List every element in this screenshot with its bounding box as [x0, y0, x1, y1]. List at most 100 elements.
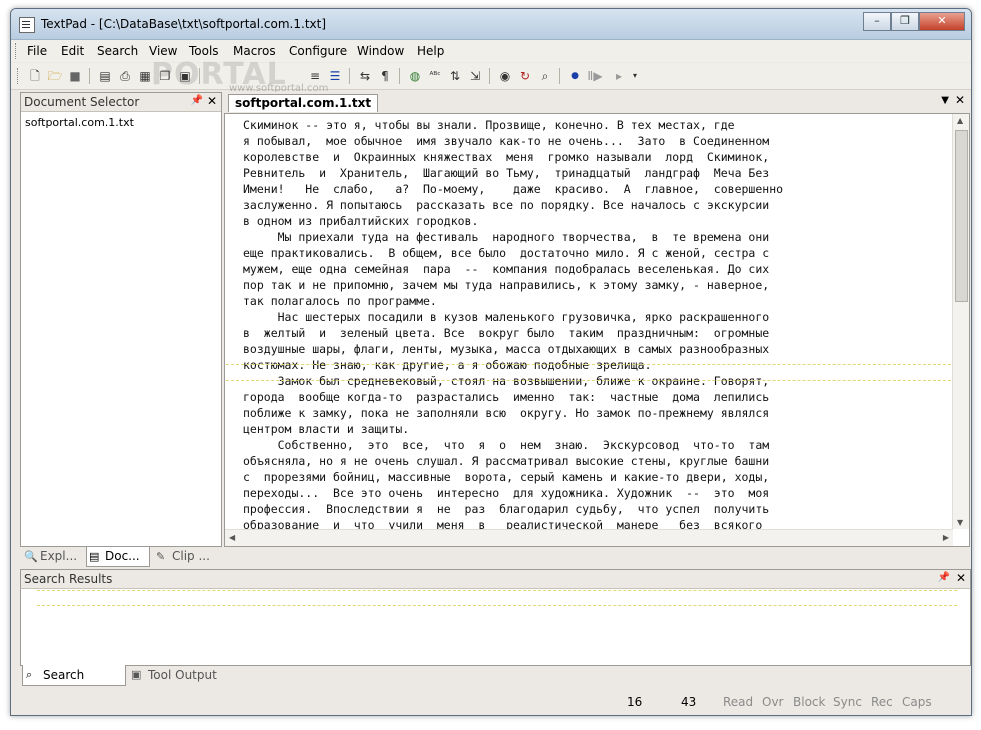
scroll-right-icon[interactable]: ▶: [943, 533, 949, 542]
left-panel-tabs: 🔍 Expl... ▤ Doc... ✎ Clip ...: [20, 547, 220, 567]
menu-file[interactable]: File: [27, 44, 47, 58]
menu-search[interactable]: Search: [97, 44, 138, 58]
search-pin-icon[interactable]: 📌: [938, 572, 950, 583]
close-document-icon[interactable]: ✕: [955, 93, 965, 107]
margin-guide-2: [226, 380, 956, 381]
close-button[interactable]: ✕: [919, 12, 965, 31]
new-icon[interactable]: 🗋: [27, 68, 43, 84]
save-icon[interactable]: ■: [67, 68, 83, 84]
menu-edit[interactable]: Edit: [61, 44, 84, 58]
editor-line[interactable]: пор так и не припомню, зачем мы туда нап…: [243, 277, 851, 293]
document-tab-strip: softportal.com.1.txt ▼ ✕: [224, 92, 969, 112]
close-icon[interactable]: ✕: [207, 94, 217, 108]
status-block: Block: [793, 695, 826, 709]
sort-icon[interactable]: ⇅: [447, 68, 463, 84]
open-icon[interactable]: 🗁: [47, 68, 63, 84]
menu-help[interactable]: Help: [417, 44, 444, 58]
document-selector-title: Document Selector: [24, 95, 140, 109]
restore-button[interactable]: ❐: [891, 12, 919, 31]
status-sync: Sync: [833, 695, 862, 709]
editor-line[interactable]: переходы... Все это очень интересно для …: [243, 485, 851, 501]
search-results-panel[interactable]: [20, 588, 971, 666]
title-bar[interactable]: TextPad - [C:\DataBase\txt\softportal.co…: [11, 9, 971, 40]
editor-line[interactable]: заслуженно. Я попытаюсь рассказать все п…: [243, 197, 851, 213]
horizontal-scrollbar[interactable]: ◀ ▶: [225, 529, 953, 546]
pilcrow-icon[interactable]: ¶: [377, 68, 393, 84]
document-tab[interactable]: softportal.com.1.txt: [228, 94, 379, 112]
editor-line[interactable]: воздушные шары, флаги, ленты, музыка, ма…: [243, 341, 851, 357]
editor-content[interactable]: Скиминок -- это я, чтобы вы знали. Прозв…: [243, 117, 851, 546]
minimize-button[interactable]: –: [863, 12, 891, 31]
textpad-app-icon[interactable]: [19, 17, 35, 33]
spell-icon[interactable]: ᴬᴮᶜ: [427, 68, 443, 84]
indent-icon[interactable]: ≡: [307, 68, 323, 84]
editor-line[interactable]: Собственно, это все, что я о нем знаю. Э…: [243, 437, 851, 453]
editor-line[interactable]: еще практиковались. В общем, все было до…: [243, 245, 851, 261]
search-results-icon: ⌕: [26, 668, 33, 681]
editor-line[interactable]: в одном из прибалтийских городков.: [243, 213, 851, 229]
editor-line[interactable]: объясняла, но я не очень слушал. Я рассм…: [243, 453, 851, 469]
text-editor[interactable]: Скиминок -- это я, чтобы вы знали. Прозв…: [224, 113, 970, 547]
record-icon[interactable]: ●: [567, 68, 583, 84]
tab-tool-output[interactable]: ▣ Tool Output: [128, 665, 238, 685]
editor-line[interactable]: в желтый и зеленый цвета. Все вокруг был…: [243, 325, 851, 341]
pin-icon[interactable]: 📌: [191, 95, 203, 106]
status-line: 16: [627, 695, 643, 709]
status-read: Read: [723, 695, 754, 709]
menu-macros[interactable]: Macros: [233, 44, 276, 58]
vertical-scrollbar[interactable]: ▲ ▼: [952, 114, 969, 529]
menu-window[interactable]: Window: [357, 44, 404, 58]
replace-icon[interactable]: ↻: [517, 68, 533, 84]
editor-line[interactable]: костюмах. Не знаю, как другие, а я обожа…: [243, 357, 851, 373]
eye-icon[interactable]: ◉: [497, 68, 513, 84]
menu-tools[interactable]: Tools: [189, 44, 219, 58]
app-window: TextPad - [C:\DataBase\txt\softportal.co…: [10, 8, 972, 716]
outdent-icon[interactable]: ☰: [327, 68, 343, 84]
web-icon[interactable]: ◍: [407, 68, 423, 84]
menu-view[interactable]: View: [149, 44, 177, 58]
search-margin-guide: [37, 590, 957, 591]
tab-list-chevron-icon[interactable]: ▼: [941, 95, 949, 106]
playback-icon[interactable]: ▸: [611, 68, 627, 84]
tab-clip-library[interactable]: ✎ Clip ...: [154, 547, 230, 566]
explorer-icon: 🔍: [24, 550, 38, 563]
scroll-up-icon[interactable]: ▲: [957, 116, 963, 125]
editor-line[interactable]: Имени! Не слабо, а? По-моему, даже краси…: [243, 181, 851, 197]
editor-line[interactable]: Скиминок -- это я, чтобы вы знали. Прозв…: [243, 117, 851, 133]
editor-line[interactable]: я побывал, мое обычное имя звучало как-т…: [243, 133, 851, 149]
print-icon[interactable]: ⎙: [117, 68, 133, 84]
play-icon[interactable]: Ⅱ▶: [587, 68, 603, 84]
format-icon[interactable]: ⇲: [467, 68, 483, 84]
editor-line[interactable]: поближе к замку, пока не заполняли всю о…: [243, 405, 851, 421]
status-bar: 16 43 Read Ovr Block Sync Rec Caps: [11, 689, 971, 713]
tab-search-results[interactable]: ⌕Search Results: [22, 665, 126, 702]
document-item[interactable]: softportal.com.1.txt: [25, 116, 134, 129]
find-files-icon[interactable]: ⌕: [537, 68, 553, 84]
editor-line[interactable]: центром власти и защиты.: [243, 421, 851, 437]
editor-line[interactable]: Ревнитель и Хранитель, Шагающий во Тьму,…: [243, 165, 851, 181]
search-results-title: Search Results: [24, 572, 113, 586]
tab-document[interactable]: ▤ Doc...: [86, 547, 150, 567]
scroll-left-icon[interactable]: ◀: [229, 533, 235, 542]
scroll-down-icon[interactable]: ▼: [957, 518, 963, 527]
search-close-icon[interactable]: ✕: [956, 571, 966, 585]
more-icon[interactable]: ▾: [627, 68, 643, 84]
scroll-thumb[interactable]: [955, 130, 968, 302]
editor-line[interactable]: города вообще когда-то разрастались имен…: [243, 389, 851, 405]
editor-line[interactable]: Замок был средневековый, стоял на возвыш…: [243, 373, 851, 389]
menu-configure[interactable]: Configure: [289, 44, 347, 58]
document-selector-header: Document Selector 📌 ✕: [21, 93, 221, 112]
status-column: 43: [681, 695, 697, 709]
editor-line[interactable]: профессия. Впоследствии я не раз благода…: [243, 501, 851, 517]
editor-line[interactable]: так полагалось по программе.: [243, 293, 851, 309]
save-all-icon[interactable]: ▤: [97, 68, 113, 84]
editor-line[interactable]: Мы приехали туда на фестиваль народного …: [243, 229, 851, 245]
editor-line[interactable]: Нас шестерых посадили в кузов маленького…: [243, 309, 851, 325]
search-results-header: Search Results 📌 ✕: [20, 569, 971, 589]
editor-line[interactable]: с прорезями бойниц, массивные ворота, се…: [243, 469, 851, 485]
menu-grip[interactable]: [15, 43, 19, 59]
editor-line[interactable]: королевстве и Окраинных княжествах меня …: [243, 149, 851, 165]
editor-line[interactable]: мужем, еще одна семейная пара -- компани…: [243, 261, 851, 277]
clip-icon: ✎: [156, 550, 166, 563]
wrap-icon[interactable]: ⇆: [357, 68, 373, 84]
